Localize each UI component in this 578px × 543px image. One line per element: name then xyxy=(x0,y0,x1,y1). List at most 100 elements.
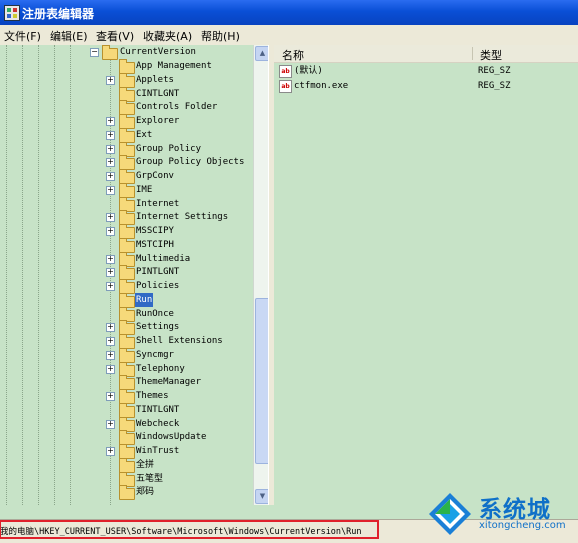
expand-icon[interactable]: + xyxy=(106,144,115,154)
tree-node[interactable]: + Shell Extensions xyxy=(0,334,253,349)
tree-node[interactable]: 全拼 xyxy=(0,457,253,473)
tree-node[interactable]: Controls Folder xyxy=(0,100,253,116)
collapse-icon[interactable]: − xyxy=(90,48,99,57)
value-list[interactable]: 名称 类型 ab (默认) REG_SZ ab ctfmon.exe REG_S… xyxy=(274,45,578,505)
tree-node[interactable]: 五笔型 xyxy=(0,471,253,487)
tree-node[interactable]: + WinTrust xyxy=(0,444,253,459)
menu-file[interactable]: 文件(F) xyxy=(4,28,41,44)
tree-node[interactable]: ThemeManager xyxy=(0,375,253,391)
tree-node[interactable]: + IME xyxy=(0,182,253,198)
tree-node-label: Run xyxy=(135,292,154,307)
tree-node-label: 全拼 xyxy=(136,459,155,470)
string-value-icon: ab xyxy=(279,65,292,78)
value-row-ctfmon[interactable]: ab ctfmon.exe REG_SZ xyxy=(274,78,578,94)
tree-node[interactable]: + Multimedia xyxy=(0,251,253,267)
tree-node[interactable]: + Themes xyxy=(0,389,253,404)
tree-node-label: Group Policy xyxy=(136,143,202,154)
menu-bar: 文件(F) 编辑(E) 查看(V) 收藏夹(A) 帮助(H) xyxy=(0,25,578,46)
tree-node[interactable]: MSTCIPH xyxy=(0,237,253,253)
tree-node-label: MSTCIPH xyxy=(136,239,174,250)
expand-icon[interactable]: + xyxy=(106,227,115,236)
expand-icon[interactable]: + xyxy=(106,213,115,223)
menu-edit[interactable]: 编辑(E) xyxy=(50,28,88,44)
tree-node[interactable]: WindowsUpdate xyxy=(0,430,253,446)
folder-icon xyxy=(119,485,135,501)
tree-node[interactable]: + Group Policy xyxy=(0,141,253,157)
menu-favorites[interactable]: 收藏夹(A) xyxy=(143,28,192,44)
tree-node[interactable]: + Telephony xyxy=(0,361,253,377)
tree-node[interactable]: + Webcheck xyxy=(0,416,253,432)
value-row-default[interactable]: ab (默认) REG_SZ xyxy=(274,63,578,79)
tree-node-label: Policies xyxy=(136,281,180,291)
expand-icon[interactable]: + xyxy=(106,130,115,140)
tree-node[interactable]: + Ext xyxy=(0,127,253,143)
value-name: (默认) xyxy=(294,66,323,76)
value-type: REG_SZ xyxy=(478,81,511,91)
expand-icon[interactable]: + xyxy=(106,75,115,85)
tree-node[interactable]: + MSSCIPY xyxy=(0,224,253,239)
expand-icon[interactable]: + xyxy=(106,268,115,278)
tree-node-label: Webcheck xyxy=(136,418,180,429)
tree-node[interactable]: + Syncmgr xyxy=(0,347,253,363)
column-divider[interactable] xyxy=(472,47,473,60)
tree-node-label: 五笔型 xyxy=(136,473,164,484)
menu-help[interactable]: 帮助(H) xyxy=(201,28,240,44)
column-header-name[interactable]: 名称 xyxy=(282,47,304,63)
tree-node[interactable]: Internet xyxy=(0,196,253,212)
tree-node-label: Telephony xyxy=(136,363,185,374)
tree-node[interactable]: CINTLGNT xyxy=(0,86,253,102)
registry-tree[interactable]: − CurrentVersion App Management + Applets C… xyxy=(0,45,253,505)
column-header-type[interactable]: 类型 xyxy=(480,47,502,63)
watermark-title: 系统城 xyxy=(479,497,551,523)
tree-node-label: Explorer xyxy=(136,116,180,126)
tree-node[interactable]: Run xyxy=(0,292,253,308)
expand-icon[interactable]: + xyxy=(106,337,115,346)
tree-node-label: 郑码 xyxy=(136,487,155,498)
tree-node[interactable]: + Applets xyxy=(0,72,253,88)
expand-icon[interactable]: + xyxy=(106,392,115,401)
tree-node-label: Multimedia xyxy=(136,253,191,264)
expand-icon[interactable]: + xyxy=(106,117,115,126)
tree-node[interactable]: + PINTLGNT xyxy=(0,265,253,281)
tree-node[interactable]: + Settings xyxy=(0,320,253,336)
tree-vertical-scrollbar[interactable]: ▲ ▼ xyxy=(253,45,270,505)
regedit-app-icon[interactable] xyxy=(4,5,20,21)
tree-node[interactable]: + GrpConv xyxy=(0,169,253,184)
tree-node[interactable]: App Management xyxy=(0,59,253,74)
watermark-url: xitongcheng.com xyxy=(479,520,566,531)
tree-node-label: WinTrust xyxy=(136,446,180,456)
expand-icon[interactable]: + xyxy=(106,185,115,195)
expand-icon[interactable]: + xyxy=(106,254,115,264)
value-type: REG_SZ xyxy=(478,66,511,76)
tree-node-label: Applets xyxy=(136,74,174,85)
expand-icon[interactable]: + xyxy=(106,447,115,456)
tree-node[interactable]: + Policies xyxy=(0,279,253,294)
tree-node-currentversion[interactable]: − CurrentVersion xyxy=(0,45,253,60)
tree-node-label: Internet Settings xyxy=(136,212,229,223)
tree-node[interactable]: + Group Policy Objects xyxy=(0,155,253,171)
expand-icon[interactable]: + xyxy=(106,419,115,429)
expand-icon[interactable]: + xyxy=(106,350,115,360)
title-bar[interactable]: 注册表编辑器 xyxy=(0,0,578,25)
tree-node[interactable]: + Internet Settings xyxy=(0,210,253,226)
tree-node-label: RunOnce xyxy=(136,308,174,319)
tree-node[interactable]: 郑码 xyxy=(0,485,253,501)
tree-node[interactable]: + Explorer xyxy=(0,114,253,129)
menu-view[interactable]: 查看(V) xyxy=(96,28,134,44)
tree-node-label: Ext xyxy=(136,129,153,140)
expand-icon[interactable]: + xyxy=(106,282,115,291)
tree-node-label: CINTLGNT xyxy=(136,88,180,99)
tree-node[interactable]: TINTLGNT xyxy=(0,402,253,418)
expand-icon[interactable]: + xyxy=(106,172,115,181)
tree-node-label: GrpConv xyxy=(136,171,174,181)
expand-icon[interactable]: + xyxy=(106,323,115,333)
expand-icon[interactable]: + xyxy=(106,364,115,374)
tree-node-label: MSSCIPY xyxy=(136,226,174,236)
tree-node[interactable]: RunOnce xyxy=(0,306,253,322)
expand-icon[interactable]: + xyxy=(106,158,115,168)
tree-node-label: Controls Folder xyxy=(136,102,218,113)
tree-node-label: WindowsUpdate xyxy=(136,432,207,443)
list-header: 名称 类型 xyxy=(274,45,578,63)
tree-node-label: Shell Extensions xyxy=(136,336,223,346)
tree-node-label: Themes xyxy=(136,391,169,401)
